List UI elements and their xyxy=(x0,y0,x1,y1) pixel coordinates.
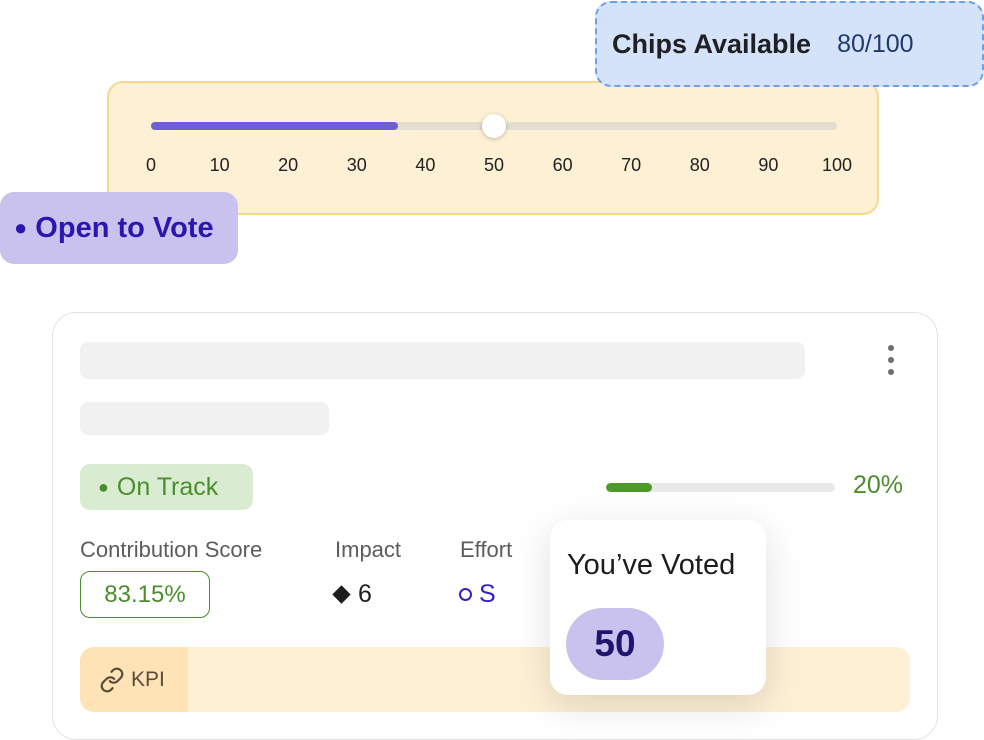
chips-available-label: Chips Available xyxy=(612,28,812,59)
vote-slider-fill xyxy=(151,122,398,130)
effort-value: S xyxy=(459,580,496,609)
contribution-score-label: Contribution Score xyxy=(80,537,263,562)
vote-slider-ticks: 0 10 20 30 40 50 60 70 80 90 100 xyxy=(146,155,852,179)
title-skeleton xyxy=(80,342,805,379)
chips-available-box: Chips Available 80/100 xyxy=(595,1,984,87)
status-dot-icon: ● xyxy=(98,476,109,497)
effort-label: Effort xyxy=(460,537,513,562)
status-badge: ● On Track xyxy=(80,464,253,510)
slider-tick-label: 50 xyxy=(483,155,505,175)
progress-bar xyxy=(606,483,835,492)
voted-title: You’ve Voted xyxy=(567,549,736,581)
open-to-vote-badge: ● Open to Vote xyxy=(0,192,238,264)
vote-slider-track[interactable] xyxy=(151,114,837,138)
vote-slider-thumb[interactable] xyxy=(482,114,506,138)
initiative-card: ● On Track 20% Contribution Score Impact… xyxy=(52,312,938,740)
impact-value: 6 xyxy=(332,580,372,609)
contribution-score-value: 83.15% xyxy=(80,571,210,618)
chips-available-value: 80/100 xyxy=(837,29,914,58)
slider-tick-label: 60 xyxy=(552,155,573,175)
voted-value-pill: 50 xyxy=(566,608,664,680)
kpi-label: KPI xyxy=(131,667,165,691)
slider-tick-label: 40 xyxy=(415,155,436,175)
link-icon xyxy=(100,667,124,692)
kpi-link-chip[interactable]: KPI xyxy=(80,647,188,712)
status-badge-label: On Track xyxy=(116,472,219,501)
subtitle-skeleton xyxy=(80,402,329,435)
slider-tick-label: 70 xyxy=(621,155,642,175)
slider-tick-label: 100 xyxy=(821,155,853,175)
slider-tick-label: 30 xyxy=(346,155,367,175)
slider-tick-label: 0 xyxy=(145,155,157,175)
effort-size: S xyxy=(479,580,496,608)
ring-icon xyxy=(459,588,472,601)
impact-number: 6 xyxy=(358,580,372,608)
progress-bar-fill xyxy=(606,483,652,492)
slider-tick-label: 80 xyxy=(689,155,710,175)
slider-tick-label: 20 xyxy=(278,155,299,175)
voted-card: You’ve Voted 50 xyxy=(550,520,766,695)
diamond-icon xyxy=(332,585,351,604)
progress-percentage: 20% xyxy=(853,471,904,499)
slider-tick-label: 90 xyxy=(758,155,779,175)
slider-tick-label: 10 xyxy=(209,155,230,175)
kpi-bar: KPI xyxy=(80,647,910,712)
more-options-icon[interactable] xyxy=(881,343,901,377)
status-dot-icon: ● xyxy=(14,215,28,240)
open-to-vote-label: Open to Vote xyxy=(35,211,214,244)
impact-label: Impact xyxy=(335,537,402,562)
